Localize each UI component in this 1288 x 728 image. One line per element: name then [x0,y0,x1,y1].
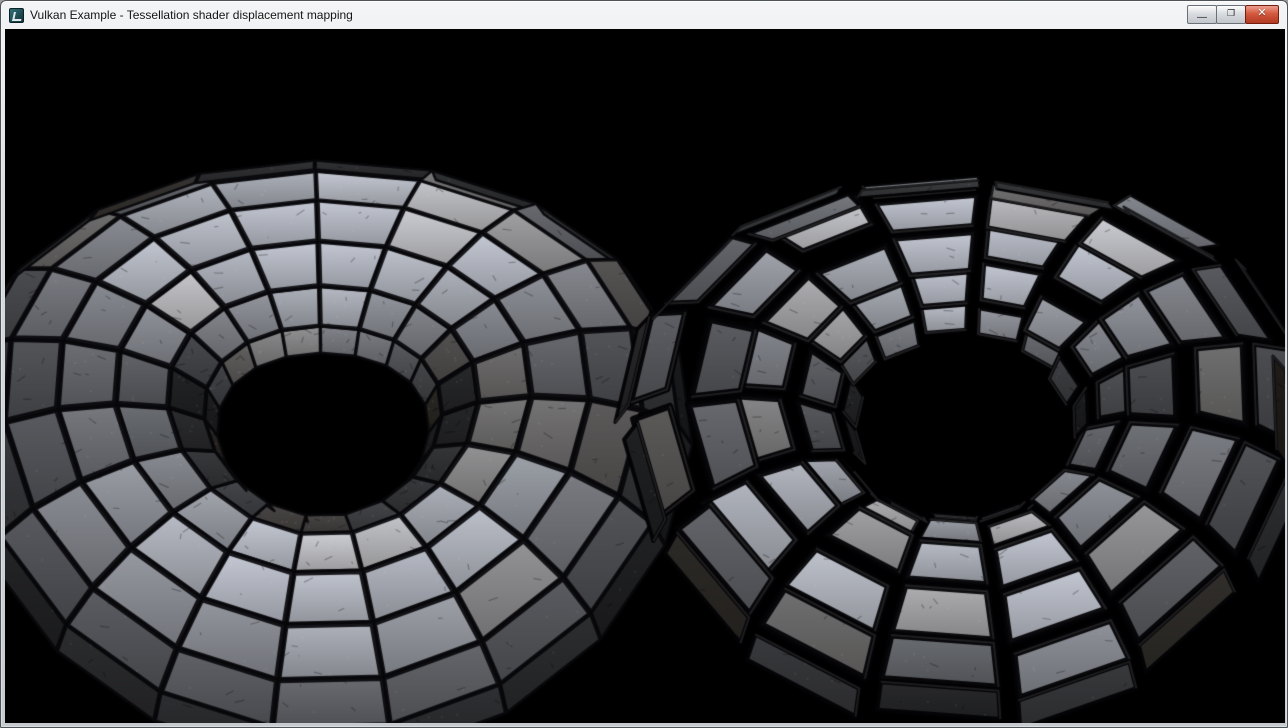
vulkan-3d-scene[interactable] [5,29,1285,723]
maximize-button[interactable]: ❐ [1216,5,1246,24]
close-button[interactable]: ✕ [1245,5,1279,24]
minimize-button[interactable]: — [1187,5,1217,24]
window-controls: — ❐ ✕ [1188,5,1279,24]
maximize-icon: ❐ [1227,9,1235,18]
app-window: Vulkan Example - Tessellation shader dis… [0,0,1288,728]
window-title: Vulkan Example - Tessellation shader dis… [30,8,353,22]
titlebar[interactable]: Vulkan Example - Tessellation shader dis… [1,1,1287,29]
close-icon: ✕ [1257,8,1266,19]
minimize-icon: — [1197,13,1207,23]
vulkan-app-icon[interactable] [9,8,24,23]
render-viewport [5,29,1283,721]
